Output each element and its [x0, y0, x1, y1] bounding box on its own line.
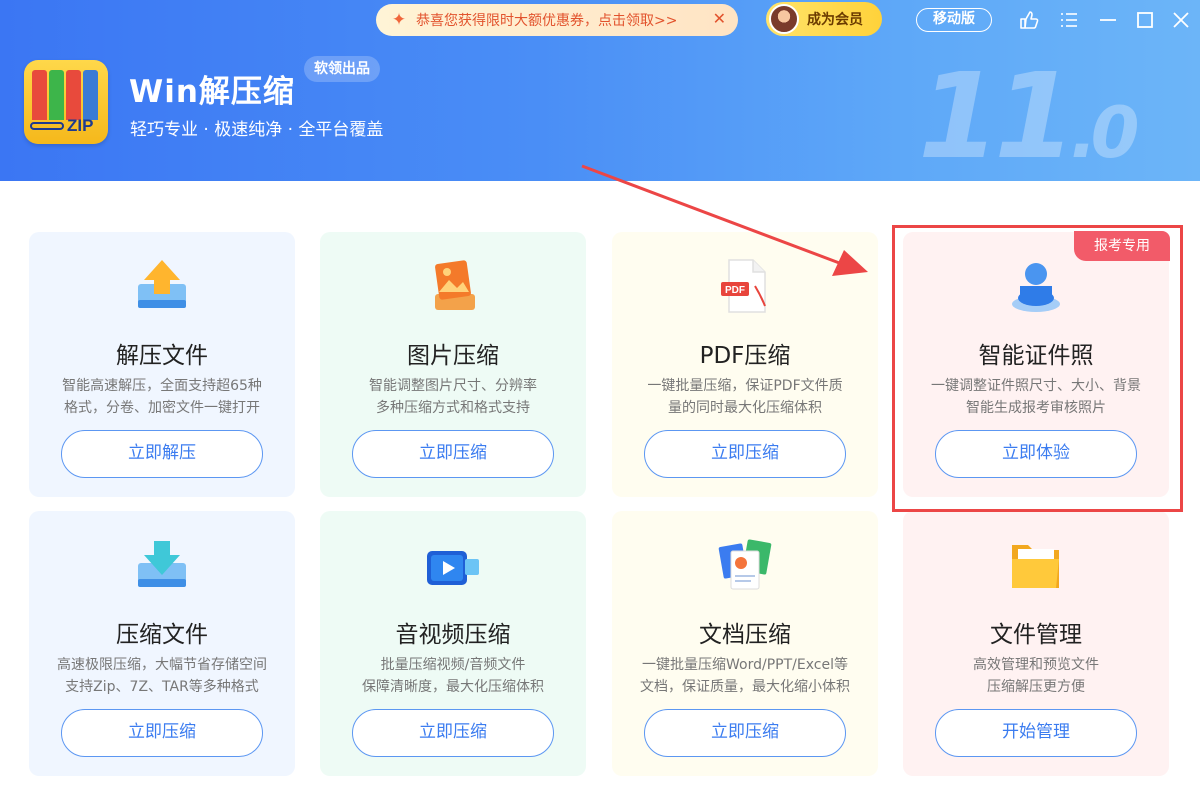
annotation-arrow — [581, 164, 868, 276]
